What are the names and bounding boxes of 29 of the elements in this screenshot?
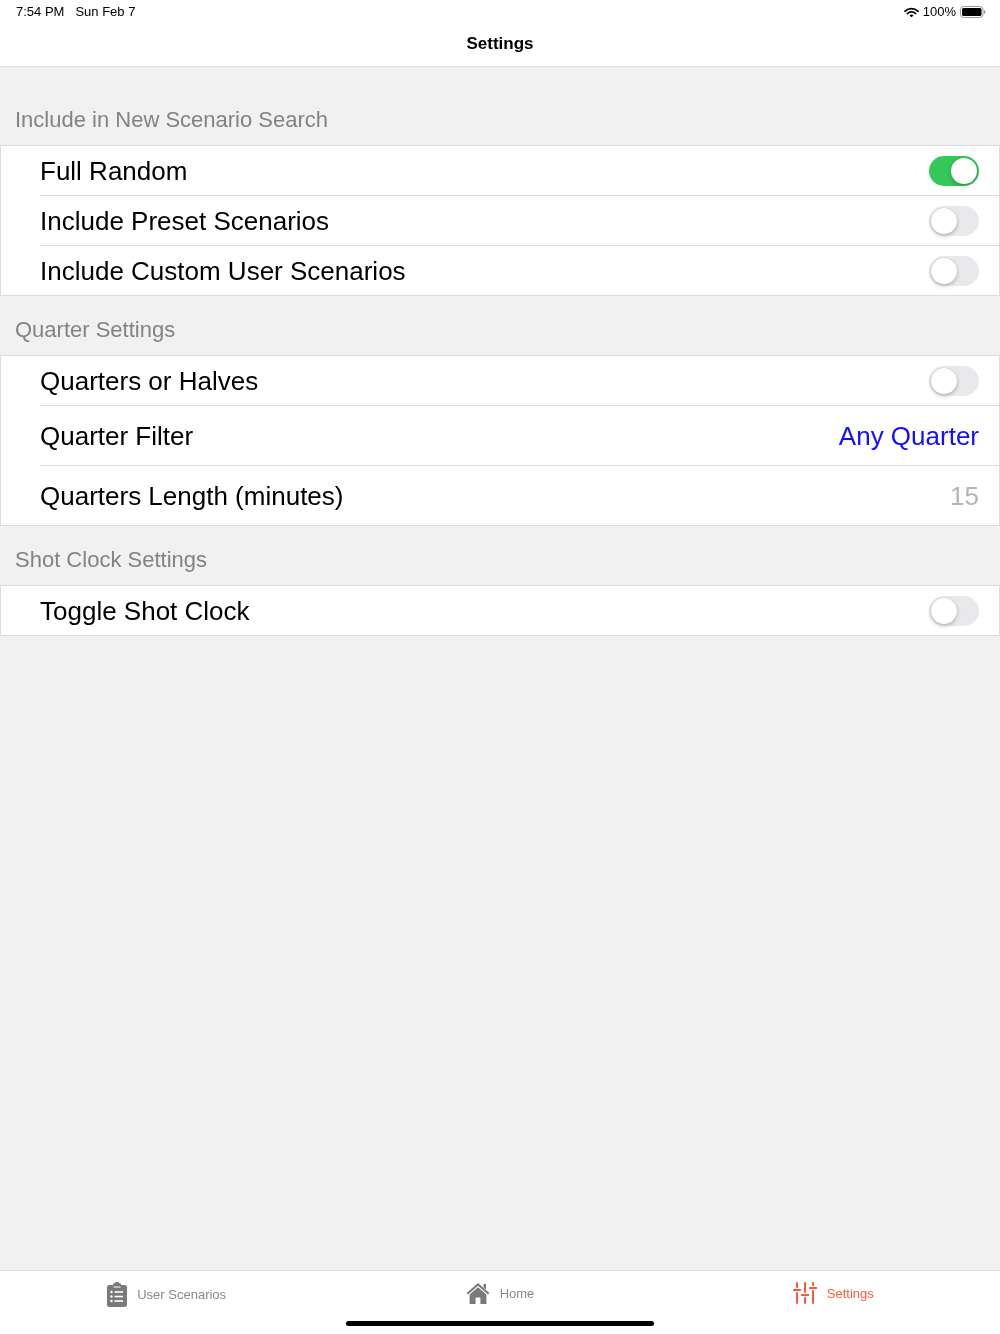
value-link[interactable]: Any Quarter	[838, 419, 979, 452]
clipboard-list-icon	[107, 1282, 128, 1307]
setting-label: Quarters Length (minutes)	[40, 479, 344, 512]
section-header: Quarter Settings	[15, 317, 176, 342]
toggle-switch[interactable]	[929, 155, 979, 186]
setting-label: Toggle Shot Clock	[40, 594, 250, 627]
nav-title: Settings	[466, 34, 534, 54]
setting-label: Quarters or Halves	[40, 364, 259, 397]
battery-icon	[960, 6, 986, 18]
setting-label: Full Random	[40, 154, 188, 187]
setting-label: Include Custom User Scenarios	[40, 254, 406, 287]
setting-label: Include Preset Scenarios	[40, 204, 330, 237]
sliders-icon	[792, 1282, 817, 1304]
value-text: 15	[950, 479, 979, 512]
setting-label: Quarter Filter	[40, 419, 194, 452]
status-date: Sun Feb 7	[75, 4, 136, 20]
toggle-switch[interactable]	[929, 205, 979, 236]
toggle-switch[interactable]	[929, 255, 979, 286]
tab-item[interactable]: Home	[465, 1282, 535, 1304]
tab-item[interactable]: Settings	[792, 1282, 874, 1304]
house-icon	[465, 1282, 490, 1304]
toggle-switch[interactable]	[929, 365, 979, 396]
toggle-switch[interactable]	[929, 595, 979, 626]
battery-percent: 100%	[922, 4, 956, 20]
tab-item[interactable]: User Scenarios	[107, 1282, 227, 1307]
section-header: Shot Clock Settings	[15, 547, 207, 572]
section-header: Include in New Scenario Search	[15, 107, 329, 132]
status-time: 7:54 PM	[16, 4, 65, 20]
wifi-icon	[903, 6, 919, 18]
